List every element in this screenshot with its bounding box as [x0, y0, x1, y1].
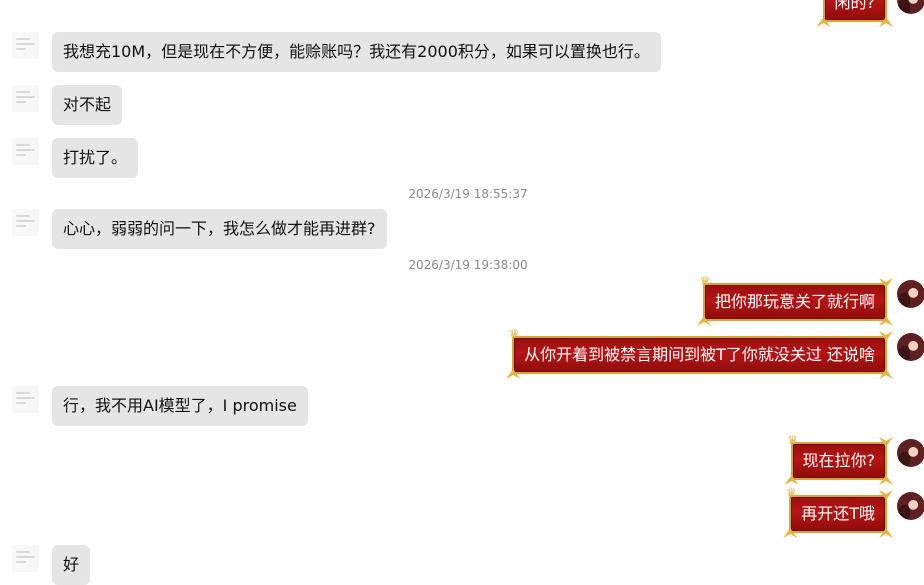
avatar-icon[interactable]: [897, 280, 924, 308]
outgoing-message-bubble[interactable]: ♛ 现在拉你?: [784, 433, 893, 485]
bubble-ornament: [879, 316, 893, 326]
avatar-icon[interactable]: [12, 209, 39, 236]
bubble-ornament: [879, 437, 893, 447]
bubble-ornament: [696, 316, 711, 326]
avatar-icon[interactable]: [12, 85, 39, 112]
bubble-ornament: [879, 17, 893, 27]
crown-icon: ♛: [785, 486, 797, 500]
bubble-ornament: [783, 528, 798, 538]
incoming-message-bubble[interactable]: 打扰了。: [52, 138, 139, 178]
message-timestamp: 2026/3/19 19:38:00: [408, 258, 528, 272]
message-text: 打扰了。: [63, 148, 128, 167]
bubble-ornament: [784, 475, 799, 485]
avatar-icon[interactable]: [12, 386, 39, 413]
message-text: 现在拉你?: [802, 451, 876, 470]
incoming-message-bubble[interactable]: 我想充10M，但是现在不方便，能赊账吗？我还有2000积分，如果可以置换也行。: [52, 32, 661, 72]
avatar-icon[interactable]: [12, 32, 39, 59]
message-text: 把你那玩意关了就行啊: [714, 292, 875, 311]
bubble-ornament: [879, 475, 893, 485]
avatar-icon[interactable]: [12, 138, 39, 165]
incoming-message-bubble[interactable]: 好: [52, 545, 91, 585]
outgoing-message-bubble[interactable]: ♛ 从你开着到被禁言期间到被T了你就没关过 还说啥: [506, 327, 893, 379]
message-text: 从你开着到被禁言期间到被T了你就没关过 还说啥: [524, 345, 875, 364]
message-text: 我想充10M，但是现在不方便，能赊账吗？我还有2000积分，如果可以置换也行。: [63, 42, 650, 61]
avatar-icon[interactable]: [12, 545, 39, 572]
crown-icon: ♛: [699, 274, 711, 288]
incoming-message-bubble[interactable]: 行，我不用AI模型了，I promise: [52, 386, 308, 426]
message-text: 心心，弱弱的问一下，我怎么做才能再进群?: [63, 219, 376, 238]
bubble-ornament: [816, 17, 831, 27]
avatar-icon[interactable]: [897, 439, 924, 467]
message-text: 闲的?: [834, 0, 876, 12]
outgoing-message-bubble[interactable]: ♛ 把你那玩意关了就行啊: [696, 274, 893, 326]
incoming-message-bubble[interactable]: 对不起: [52, 85, 123, 125]
incoming-message-bubble[interactable]: 心心，弱弱的问一下，我怎么做才能再进群?: [52, 209, 387, 249]
message-text: 好: [63, 555, 80, 574]
avatar-icon[interactable]: [897, 492, 924, 520]
crown-icon: ♛: [787, 433, 798, 447]
message-text: 对不起: [63, 95, 112, 114]
bubble-ornament: [879, 528, 893, 538]
avatar-icon[interactable]: [897, 333, 924, 361]
message-text: 再开还T哦: [801, 504, 875, 523]
bubble-ornament: [879, 369, 893, 379]
bubble-ornament: [506, 369, 521, 379]
message-timestamp: 2026/3/19 18:55:37: [408, 187, 528, 201]
bubble-ornament: [879, 278, 893, 288]
message-text: 行，我不用AI模型了，I promise: [63, 396, 297, 415]
bubble-ornament: [879, 490, 893, 500]
outgoing-message-bubble[interactable]: ♛ 再开还T哦: [783, 486, 893, 538]
outgoing-message-bubble[interactable]: 闲的?: [816, 0, 893, 27]
bubble-ornament: [879, 331, 893, 341]
crown-icon: ♛: [508, 327, 520, 341]
avatar-icon[interactable]: [897, 0, 924, 14]
